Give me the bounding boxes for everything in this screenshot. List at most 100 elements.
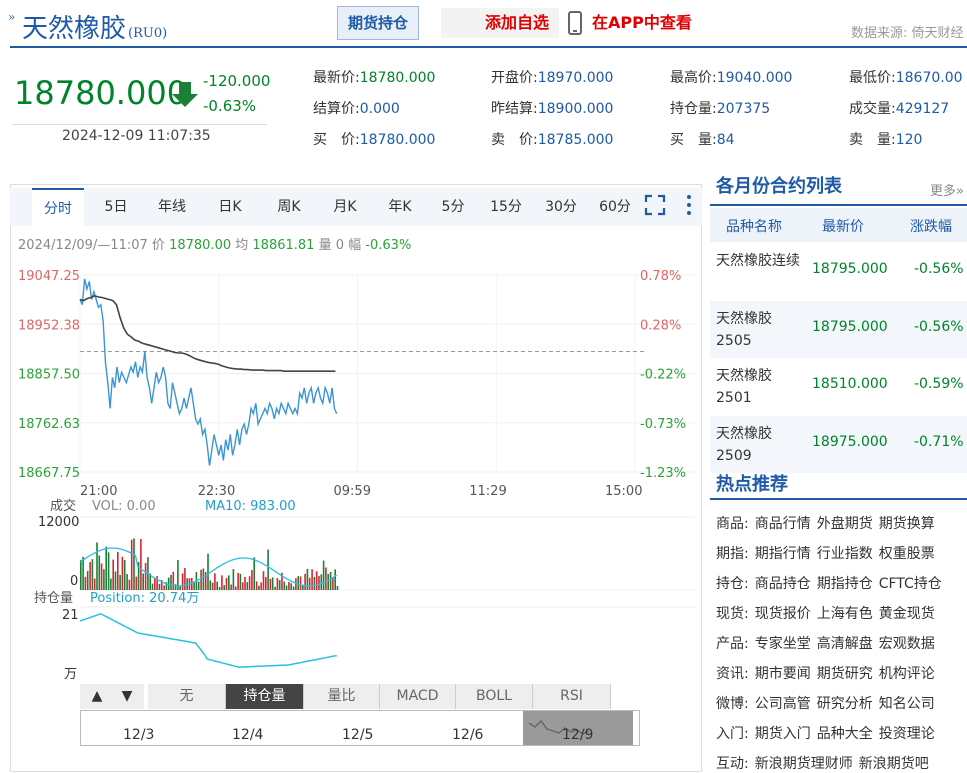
quote-field: 结算价:0.000 — [313, 98, 400, 118]
hot-link[interactable]: 外盘期货 — [817, 516, 873, 532]
hot-link[interactable]: 商品行情 — [755, 516, 811, 532]
hot-link[interactable]: 期货研究 — [817, 666, 873, 682]
contract-change: -0.56% — [914, 261, 964, 277]
volume-bar — [251, 570, 253, 590]
contract-row[interactable]: 天然橡胶2505 18795.000 -0.56% — [710, 300, 967, 358]
volume-bar — [271, 577, 274, 590]
hot-link[interactable]: 高清解盘 — [817, 636, 873, 652]
hot-link[interactable]: 宏观数据 — [879, 636, 935, 652]
quote-field-label: 买 价: — [313, 132, 360, 148]
hot-link[interactable]: 品种大全 — [817, 726, 873, 742]
add-favorite-button[interactable]: 添加自选 — [441, 8, 559, 38]
volume-bar — [288, 582, 290, 590]
col-change: 涨跌幅 — [910, 219, 952, 235]
contract-name[interactable]: 天然橡胶连续 — [716, 250, 804, 272]
tab-0[interactable]: 分时 — [32, 188, 84, 226]
volume-bar — [91, 559, 94, 590]
up-arrow-button[interactable]: ▲ — [80, 684, 114, 709]
tab-5[interactable]: 月K — [323, 188, 367, 226]
indicator-tab-5[interactable]: RSI — [533, 684, 611, 709]
indicator-tab-0[interactable]: 无 — [148, 684, 226, 709]
tab-6[interactable]: 年K — [378, 188, 422, 226]
position-line — [79, 612, 337, 669]
range-date: 12/6 — [452, 727, 484, 743]
tab-7[interactable]: 5分 — [433, 188, 473, 226]
intraday-chart[interactable]: 19047.25 18952.38 18857.50 18762.63 18667.75… — [10, 255, 702, 685]
hot-link[interactable]: 知名公司 — [879, 696, 935, 712]
tab-3[interactable]: 日K — [208, 188, 252, 226]
hot-link[interactable]: 新浪期货吧 — [859, 756, 929, 772]
hot-link[interactable]: 投资理论 — [879, 726, 935, 742]
indicator-tab-4[interactable]: BOLL — [456, 684, 533, 709]
contract-name[interactable]: 天然橡胶2505 — [716, 308, 804, 352]
quote-field-value: 18970.000 — [537, 70, 614, 86]
view-in-app-button[interactable]: 在APP中查看 — [566, 8, 692, 38]
quote-field-label: 成交量: — [849, 101, 896, 117]
futures-positions-button[interactable]: 期货持仓 — [337, 6, 419, 40]
indicator-tab-3[interactable]: MACD — [380, 684, 456, 709]
range-date: 12/5 — [342, 727, 374, 743]
contract-row[interactable]: 天然橡胶2509 18975.000 -0.71% — [710, 415, 967, 473]
volume-bar — [248, 576, 251, 590]
quote-field-label: 结算价: — [313, 101, 360, 117]
hot-link[interactable]: 权重股票 — [879, 546, 935, 562]
tab-8[interactable]: 15分 — [484, 188, 528, 226]
contract-price: 18795.000 — [812, 318, 888, 335]
volume-bar — [265, 577, 267, 590]
hot-link[interactable]: 新浪期货理财师 — [755, 756, 853, 772]
hot-link[interactable]: 上海有色 — [817, 606, 873, 622]
down-arrow-icon — [172, 82, 198, 107]
volume-bar — [172, 571, 175, 590]
hot-link[interactable]: 研究分析 — [817, 696, 873, 712]
hot-link[interactable]: 现货报价 — [755, 606, 811, 622]
volume-bar — [202, 568, 205, 590]
tab-1[interactable]: 5日 — [94, 188, 138, 226]
volume-bar — [84, 576, 87, 590]
quote-field-value: 19040.000 — [716, 70, 793, 86]
tab-9[interactable]: 30分 — [538, 188, 584, 226]
ma10-value: MA10: 983.00 — [205, 499, 296, 514]
hot-link[interactable]: CFTC持仓 — [879, 576, 942, 592]
volume-bar — [334, 569, 336, 590]
contract-name[interactable]: 天然橡胶2509 — [716, 423, 804, 467]
hot-row: 现货: 现货报价 上海有色 黄金现货 — [716, 603, 941, 623]
volume-label: 成交 — [50, 498, 76, 514]
contract-price: 18975.000 — [812, 433, 888, 450]
hot-link[interactable]: 行业指数 — [817, 546, 873, 562]
volume-bar — [82, 556, 84, 590]
tab-10[interactable]: 60分 — [593, 188, 637, 226]
volume-bar — [128, 579, 131, 590]
quote-timestamp: 2024-12-09 11:07:35 — [62, 128, 211, 144]
hot-link[interactable]: 期指行情 — [755, 546, 811, 562]
tab-2[interactable]: 年线 — [143, 188, 201, 226]
hot-link[interactable]: 商品持仓 — [755, 576, 811, 592]
x-tick-label: 15:00 — [605, 484, 642, 499]
contract-row[interactable]: 天然橡胶连续 18795.000 -0.56% — [710, 243, 967, 300]
tab-4[interactable]: 周K — [265, 188, 313, 226]
hot-link[interactable]: 期货入门 — [755, 726, 811, 742]
hot-link[interactable]: 机构评论 — [879, 666, 935, 682]
pct-tick-label: 0.28% — [640, 318, 681, 333]
hot-link[interactable]: 期指持仓 — [817, 576, 873, 592]
hot-link[interactable]: 期货换算 — [879, 516, 935, 532]
contract-name[interactable]: 天然橡胶2501 — [716, 365, 804, 409]
contract-price: 18795.000 — [812, 261, 888, 277]
down-arrow-button[interactable]: ▼ — [110, 684, 144, 709]
more-link[interactable]: 更多» — [930, 180, 964, 199]
volume-bar — [93, 578, 96, 590]
hot-link[interactable]: 期市要闻 — [755, 666, 811, 682]
more-vertical-icon[interactable] — [684, 194, 694, 216]
y-tick-label: 19047.25 — [18, 269, 80, 284]
divider — [12, 124, 267, 125]
hot-category: 产品: — [716, 636, 749, 652]
volume-bar — [170, 574, 172, 590]
indicator-tab-2[interactable]: 量比 — [304, 684, 380, 709]
hot-link[interactable]: 公司高管 — [755, 696, 811, 712]
fullscreen-icon[interactable] — [644, 194, 666, 216]
x-tick-label: 09:59 — [334, 484, 371, 499]
contract-row[interactable]: 天然橡胶2501 18510.000 -0.59% — [710, 358, 967, 415]
hot-link[interactable]: 黄金现货 — [879, 606, 935, 622]
hot-link[interactable]: 专家坐堂 — [755, 636, 811, 652]
indicator-tab-1[interactable]: 持仓量 — [226, 684, 304, 709]
volume-bar — [327, 574, 329, 590]
